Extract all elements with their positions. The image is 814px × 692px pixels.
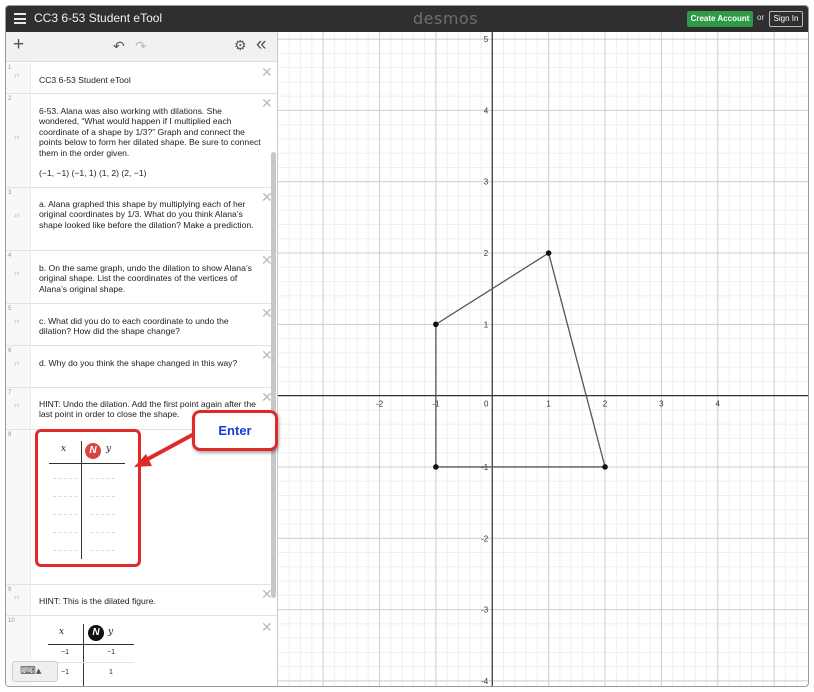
expression-gutter: 7 “ — [6, 388, 31, 429]
note-quote-icon: “ — [13, 134, 21, 150]
x-tick-label: 1 — [546, 400, 551, 409]
y-tick-label: 2 — [484, 249, 489, 258]
create-account-button[interactable]: Create Account — [687, 11, 753, 27]
undo-icon[interactable]: ↶ — [113, 38, 125, 55]
note-text[interactable]: b. On the same graph, undo the dilation … — [39, 263, 261, 294]
settings-icon[interactable]: ⚙ — [234, 37, 247, 54]
redo-icon[interactable]: ↷ — [135, 38, 147, 55]
y-tick-label: 1 — [484, 320, 489, 329]
note-text[interactable]: CC3 6-53 Student eTool — [39, 75, 261, 85]
table-header-x: x — [59, 627, 65, 637]
x-tick-label: 2 — [603, 400, 608, 409]
expression-number: 3 — [8, 190, 12, 196]
desmos-logo: desmos — [413, 9, 479, 28]
expression-number: 7 — [8, 390, 12, 396]
table-row-rule — [48, 662, 134, 663]
table-cell[interactable]: 1 — [96, 669, 126, 676]
regression-icon[interactable]: N — [88, 625, 104, 641]
expression-number: 5 — [8, 306, 12, 312]
expression-number: 6 — [8, 348, 12, 354]
x-tick-label: 4 — [716, 400, 721, 409]
expression-item[interactable]: 6 “ d. Why do you think the shape change… — [6, 346, 277, 388]
expression-item[interactable]: 3 “ a. Alana graphed this shape by multi… — [6, 188, 277, 251]
enter-callout: Enter — [192, 410, 278, 451]
table-cell[interactable]: −1 — [96, 649, 126, 656]
note-quote-icon: “ — [13, 270, 21, 286]
table-header-rule — [48, 644, 134, 645]
table-cell[interactable]: −1 — [50, 649, 80, 656]
note-text[interactable]: a. Alana graphed this shape by multiplyi… — [39, 199, 261, 230]
note-quote-icon: “ — [13, 402, 21, 418]
note-quote-icon: “ — [13, 594, 21, 610]
note-quote-icon: “ — [13, 212, 21, 228]
note-text[interactable]: d. Why do you think the shape changed in… — [39, 358, 261, 368]
x-tick-label: 3 — [659, 400, 664, 409]
or-label: or — [757, 13, 765, 22]
top-bar: CC3 6-53 Student eTool desmos Create Acc… — [6, 6, 808, 32]
sidebar-scrollbar[interactable] — [271, 152, 276, 598]
y-tick-label: 3 — [484, 178, 489, 187]
app-window: CC3 6-53 Student eTool desmos Create Acc… — [5, 5, 809, 687]
dilated-shape-polygon[interactable] — [435, 252, 606, 468]
add-expression-icon[interactable]: + — [13, 35, 24, 55]
expression-number: 2 — [8, 96, 12, 102]
note-quote-icon: “ — [13, 72, 21, 88]
expression-number: 10 — [8, 618, 15, 624]
delete-expression-icon[interactable]: ✕ — [261, 96, 273, 110]
table-header-y: y — [108, 627, 114, 637]
table-highlight-box — [35, 429, 141, 567]
table-divider — [83, 624, 84, 686]
note-text-points[interactable]: (−1, −1) (−1, 1) (1, 2) (2, −1) — [39, 168, 261, 178]
y-tick-label: -3 — [481, 606, 489, 615]
vertex-point[interactable] — [545, 250, 552, 256]
expression-gutter: 8 — [6, 430, 31, 584]
expression-item[interactable]: 2 “ 6-53. Alana was also working with di… — [6, 94, 277, 188]
collapse-list-icon[interactable]: « — [256, 34, 267, 56]
expression-number: 9 — [8, 587, 12, 593]
note-quote-icon: “ — [13, 318, 21, 334]
note-text[interactable]: HINT: This is the dilated figure. — [39, 596, 261, 606]
expression-gutter: 3 “ — [6, 188, 31, 250]
expression-gutter: 5 “ — [6, 304, 31, 345]
y-tick-label: 5 — [484, 35, 489, 44]
delete-expression-icon[interactable]: ✕ — [261, 65, 273, 79]
note-text[interactable]: 6-53. Alana was also working with dilati… — [39, 106, 261, 158]
expression-gutter: 6 “ — [6, 346, 31, 387]
expression-item[interactable]: 1 “ CC3 6-53 Student eTool ✕ — [6, 63, 277, 94]
y-tick-label: -2 — [481, 534, 489, 543]
y-tick-label: 4 — [484, 106, 489, 115]
keyboard-toggle-button[interactable]: ⌨▴ — [12, 661, 58, 682]
graph-canvas[interactable]: -2 -1 0 1 2 3 4-4-3-2-112345 — [278, 32, 808, 687]
vertex-point[interactable] — [602, 464, 608, 470]
x-tick-label: 0 — [484, 400, 489, 409]
expression-gutter: 9 “ — [6, 585, 31, 615]
note-text[interactable]: c. What did you do to each coordinate to… — [39, 316, 261, 337]
delete-expression-icon[interactable]: ✕ — [261, 620, 273, 634]
graph-paper[interactable]: -2 -1 0 1 2 3 4 -4 -3 -2 -1 1 2 3 4 5 — [278, 32, 808, 687]
expression-list: + ↶ ↷ ⚙ « 1 “ CC3 6-53 Student eTool ✕ 2… — [6, 32, 278, 686]
expression-item[interactable]: 9 “ HINT: This is the dilated figure. ✕ — [6, 585, 277, 616]
note-quote-icon: “ — [13, 360, 21, 376]
expression-number: 1 — [8, 65, 12, 71]
vertex-point[interactable] — [433, 464, 439, 470]
expression-item[interactable]: 4 “ b. On the same graph, undo the dilat… — [6, 251, 277, 304]
vertex-point[interactable] — [433, 321, 439, 328]
graph-title[interactable]: CC3 6-53 Student eTool — [34, 11, 162, 25]
sign-in-button[interactable]: Sign In — [769, 11, 803, 27]
expression-gutter: 1 “ — [6, 63, 31, 93]
expression-gutter: 4 “ — [6, 251, 31, 303]
menu-icon[interactable] — [14, 13, 26, 24]
expression-toolbar: + ↶ ↷ ⚙ « — [6, 32, 277, 62]
y-tick-label: -4 — [481, 677, 489, 686]
expression-gutter: 2 “ — [6, 94, 31, 187]
expression-number: 8 — [8, 432, 12, 438]
expression-item[interactable]: 5 “ c. What did you do to each coordinat… — [6, 304, 277, 346]
x-tick-label: -2 — [376, 400, 384, 409]
expression-number: 4 — [8, 253, 12, 259]
